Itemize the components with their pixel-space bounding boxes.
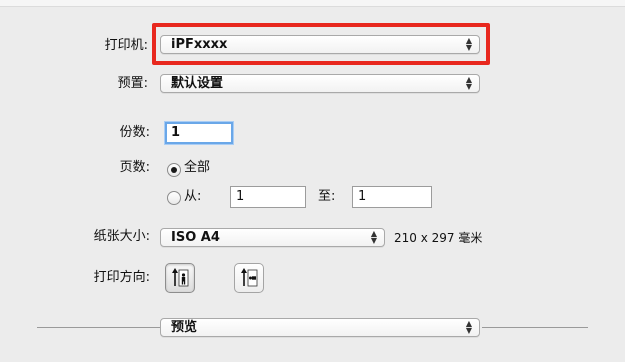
section-popup-value: 预览 — [171, 320, 198, 335]
printer-label: 打印机: — [104, 38, 148, 53]
pages-to-label: 至: — [318, 189, 336, 204]
pages-from-label: 从: — [184, 189, 202, 204]
paper-size-popup[interactable]: ISO A4 ▲ ▼ — [160, 228, 385, 247]
pages-range-radio[interactable] — [167, 191, 181, 205]
copies-field[interactable]: 1 — [165, 122, 233, 144]
printer-highlight-box — [152, 23, 490, 65]
section-divider-left — [37, 327, 160, 328]
presets-label: 预置: — [117, 76, 148, 91]
pages-to-field[interactable]: 1 — [352, 186, 432, 208]
pages-from-field[interactable]: 1 — [230, 186, 306, 208]
portrait-orientation-button[interactable] — [165, 263, 195, 293]
pages-all-radio[interactable] — [167, 163, 181, 177]
popup-arrows-icon: ▲ ▼ — [370, 229, 377, 245]
paper-size-popup-value: ISO A4 — [171, 230, 220, 245]
popup-arrows-icon: ▲ ▼ — [465, 319, 472, 335]
orientation-label: 打印方向: — [93, 270, 150, 285]
landscape-icon — [241, 268, 258, 287]
popup-arrows-icon: ▲ ▼ — [465, 75, 472, 91]
pages-all-label: 全部 — [184, 160, 211, 175]
presets-popup-value: 默认设置 — [171, 76, 224, 91]
paper-size-label: 纸张大小: — [93, 229, 150, 244]
dialog-top-edge — [0, 0, 625, 7]
section-popup[interactable]: 预览 ▲ ▼ — [160, 318, 480, 337]
copies-label: 份数: — [119, 125, 150, 140]
pages-label: 页数: — [119, 160, 150, 175]
presets-popup[interactable]: 默认设置 ▲ ▼ — [160, 74, 480, 93]
section-divider-right — [482, 327, 588, 328]
landscape-orientation-button[interactable] — [234, 263, 264, 293]
paper-size-dimensions: 210 x 297 毫米 — [394, 231, 483, 245]
portrait-icon — [172, 268, 189, 287]
